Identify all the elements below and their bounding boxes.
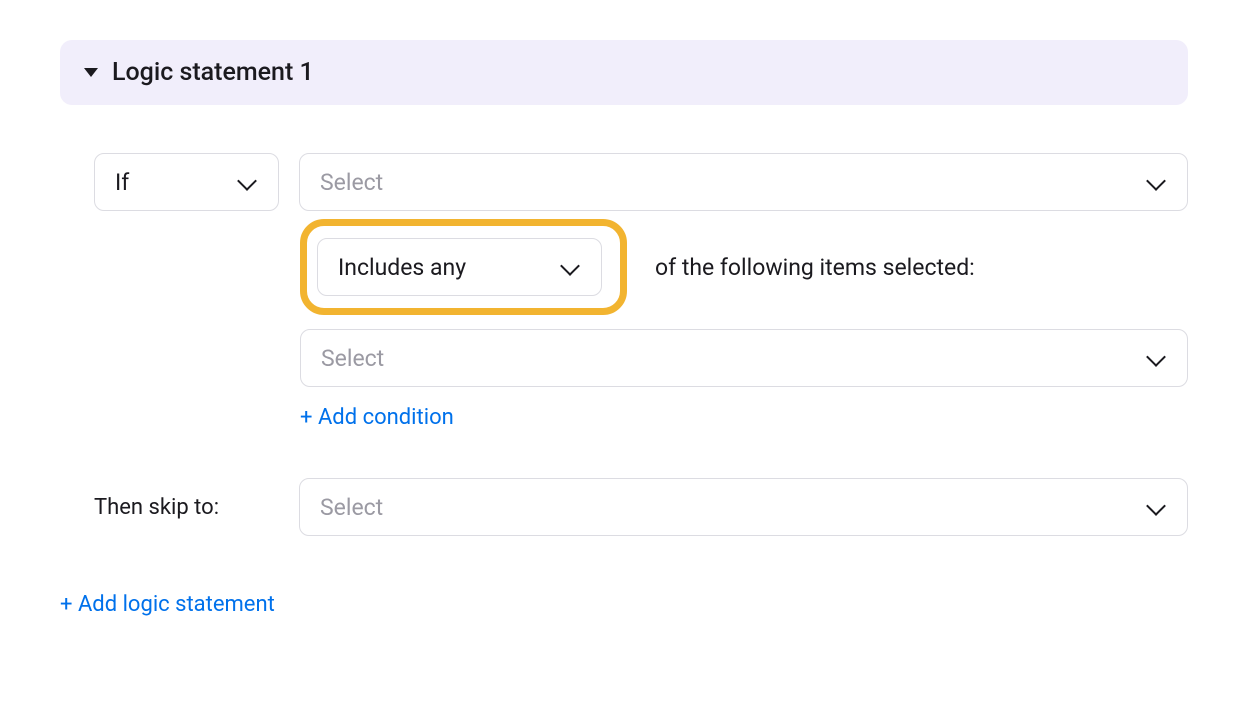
items-select-placeholder: Select	[321, 345, 384, 372]
items-select[interactable]: Select	[300, 329, 1188, 387]
chevron-down-icon	[1145, 347, 1167, 369]
then-skip-label: Then skip to:	[94, 495, 279, 520]
add-condition-button[interactable]: + Add condition	[300, 405, 454, 430]
if-operator-select[interactable]: If	[94, 153, 279, 211]
chevron-down-icon	[1145, 496, 1167, 518]
add-logic-statement-button[interactable]: + Add logic statement	[60, 592, 1188, 617]
includes-operator-value: Includes any	[338, 254, 466, 281]
then-target-select[interactable]: Select	[299, 478, 1188, 536]
condition-row-3: Select	[300, 329, 1188, 387]
logic-statement-header[interactable]: Logic statement 1	[60, 40, 1188, 105]
if-operator-value: If	[115, 169, 129, 196]
chevron-down-icon	[559, 256, 581, 278]
then-row: Then skip to: Select	[94, 478, 1188, 536]
condition-row-1: If Select	[94, 153, 1188, 211]
logic-statement-title: Logic statement 1	[112, 58, 314, 87]
includes-helper-text: of the following items selected:	[655, 254, 975, 281]
add-condition-row: + Add condition	[300, 405, 1188, 430]
condition-row-2: Includes any of the following items sele…	[300, 219, 1188, 315]
chevron-down-icon	[1145, 171, 1167, 193]
collapse-triangle-icon	[84, 68, 98, 77]
chevron-down-icon	[236, 171, 258, 193]
includes-operator-select[interactable]: Includes any	[317, 238, 602, 296]
question-select-placeholder: Select	[320, 169, 383, 196]
then-target-placeholder: Select	[320, 494, 383, 521]
includes-highlight-box: Includes any	[300, 219, 627, 315]
logic-card: Logic statement 1 If Select Includes any…	[0, 0, 1248, 704]
question-select[interactable]: Select	[299, 153, 1188, 211]
